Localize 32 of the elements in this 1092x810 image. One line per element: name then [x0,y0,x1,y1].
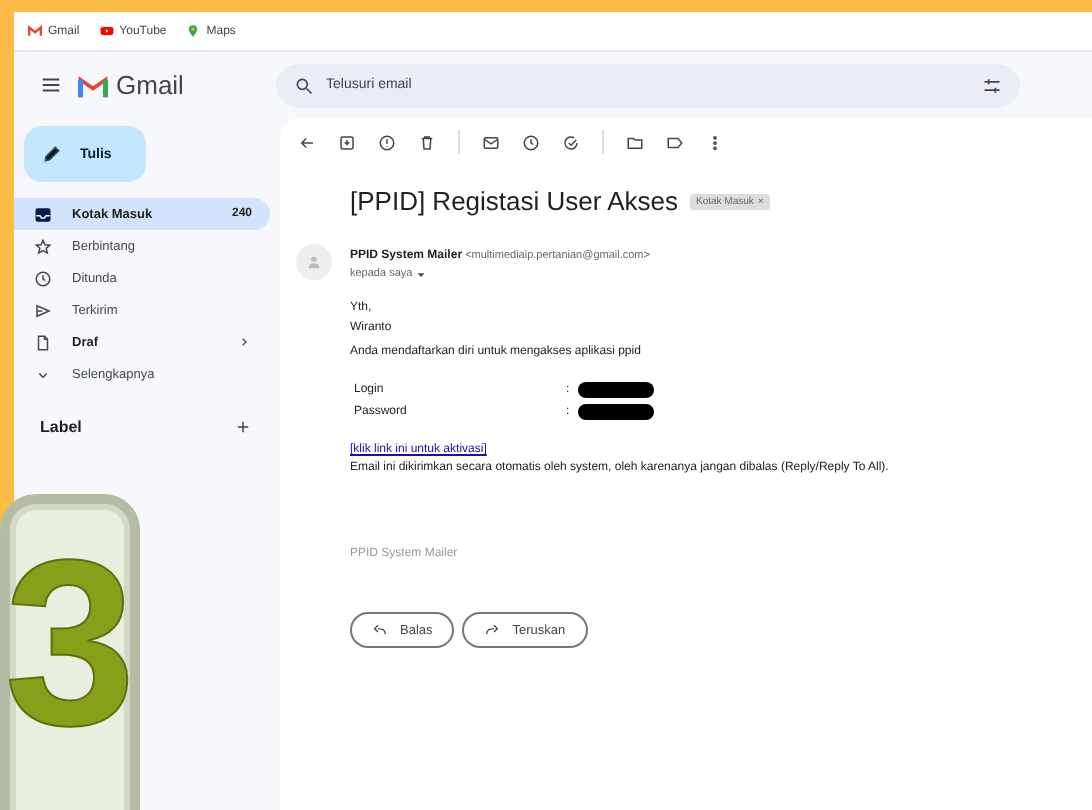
back-icon[interactable] [298,133,316,151]
mail-logo [28,24,42,38]
step-badge: 3 [0,494,140,810]
redaction-mark [577,381,654,397]
envelope-icon[interactable] [482,133,500,151]
map-pin-icon [186,24,201,38]
star-icon [34,237,52,255]
search-icon [294,75,314,95]
forward-icon [484,622,501,638]
caret-icon [416,269,427,279]
inbox-icon [34,205,52,223]
plus-icon[interactable] [234,418,252,436]
task-icon[interactable] [562,133,580,151]
file-icon [34,333,52,351]
report-icon[interactable] [378,133,396,151]
redaction-mark [577,403,654,419]
email-subject: [PPID] Registasi User Akses [350,186,678,216]
filter-icon [982,75,1002,95]
archive-icon[interactable] [338,133,356,151]
play-logo [99,24,114,38]
reply-icon [372,622,388,638]
pencil-icon [42,144,62,164]
avatar-icon [296,244,332,280]
folder-icon[interactable] [626,133,644,151]
label-icon[interactable] [666,133,684,151]
clock-icon[interactable] [522,133,540,151]
send-icon [34,301,52,319]
clock-icon [34,269,52,287]
trash-icon[interactable] [418,133,436,151]
menu-icon[interactable] [40,74,62,96]
section-heading: Label [40,418,82,436]
gmail-logo[interactable]: Gmail [78,70,184,100]
